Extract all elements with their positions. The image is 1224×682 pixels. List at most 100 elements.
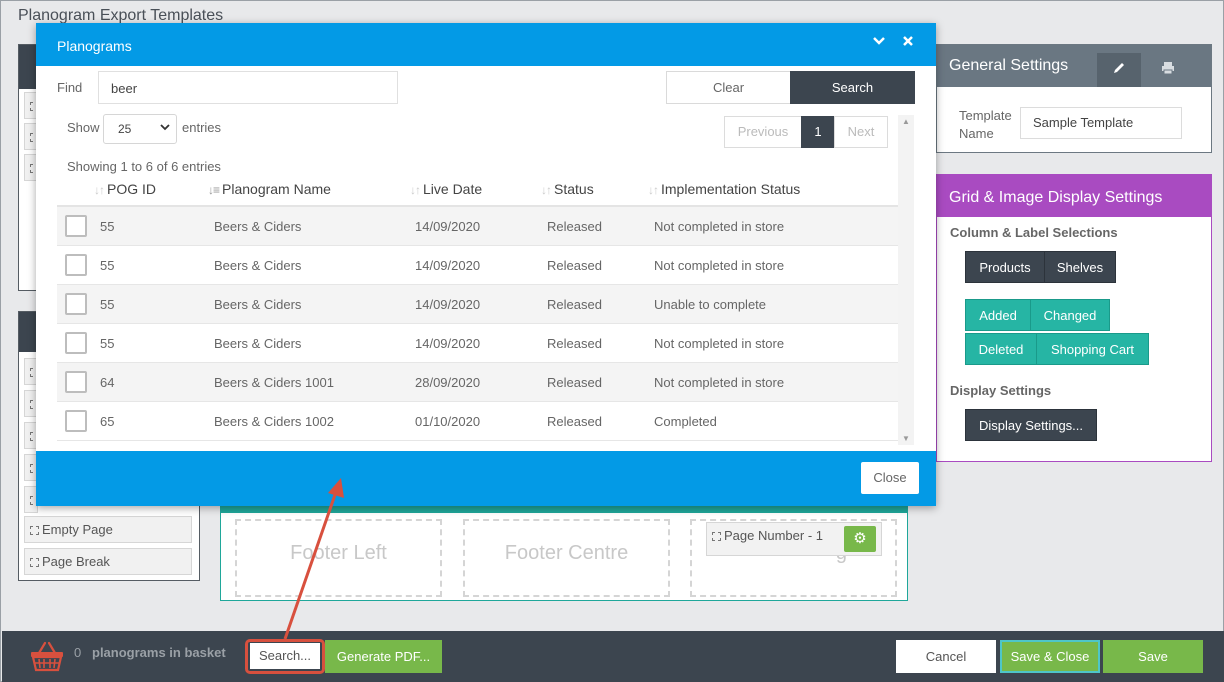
- cell-live-date: 14/09/2020: [415, 219, 481, 234]
- show-label: Show: [67, 120, 100, 135]
- clear-button[interactable]: Clear: [666, 71, 791, 104]
- modal-header: Planograms: [36, 23, 936, 66]
- cell-implementation-status: Not completed in store: [654, 258, 785, 273]
- display-settings-section-title: Display Settings: [950, 383, 1052, 398]
- page-1-button[interactable]: 1: [801, 116, 835, 148]
- cell-pog-id: 55: [100, 258, 115, 273]
- cell-live-date: 01/10/2020: [415, 414, 481, 429]
- search-button[interactable]: Search...: [250, 643, 320, 669]
- modal-footer: Close: [36, 451, 936, 506]
- general-settings-title: General Settings: [949, 57, 1069, 74]
- cell-pog-id: 65: [100, 414, 115, 429]
- table-row[interactable]: 55 Beers & Ciders 14/09/2020 Released No…: [57, 246, 898, 285]
- cell-planogram-name: Beers & Ciders: [214, 219, 302, 234]
- row-checkbox[interactable]: [65, 293, 87, 315]
- cell-implementation-status: Not completed in store: [654, 219, 785, 234]
- column-header-planogram-name[interactable]: ↓≡ Planogram Name: [208, 181, 331, 197]
- footer-preview: Footer Left Footer Centre g Page Number …: [220, 506, 908, 601]
- row-checkbox[interactable]: [65, 371, 87, 393]
- table-row[interactable]: 55 Beers & Ciders 14/09/2020 Released No…: [57, 207, 898, 246]
- planograms-modal: Planograms Find beer Clear Search Show 2…: [36, 23, 936, 506]
- save-close-button[interactable]: Save & Close: [1000, 640, 1100, 673]
- added-button[interactable]: Added: [965, 299, 1031, 331]
- scroll-up-icon[interactable]: ▲: [902, 117, 910, 126]
- display-settings-button[interactable]: Display Settings...: [965, 409, 1097, 441]
- column-header-status[interactable]: ↓↑ Status: [541, 181, 594, 197]
- find-input[interactable]: beer: [98, 71, 398, 104]
- row-checkbox[interactable]: [65, 410, 87, 432]
- modal-search-button[interactable]: Search: [790, 71, 915, 104]
- row-checkbox[interactable]: [65, 215, 87, 237]
- cell-status: Released: [547, 219, 602, 234]
- deleted-button[interactable]: Deleted: [965, 333, 1037, 365]
- cell-planogram-name: Beers & Ciders: [214, 336, 302, 351]
- move-icon: [712, 532, 721, 541]
- sort-icon: ↓↑: [541, 183, 552, 197]
- cell-status: Released: [547, 336, 602, 351]
- sort-icon: ↓↑: [94, 183, 105, 197]
- cell-implementation-status: Not completed in store: [654, 336, 785, 351]
- cancel-button[interactable]: Cancel: [896, 640, 996, 673]
- table-info: Showing 1 to 6 of 6 entries: [67, 159, 221, 174]
- footer-left-slot[interactable]: Footer Left: [235, 519, 442, 597]
- template-name-input[interactable]: Sample Template: [1020, 107, 1182, 139]
- sort-icon: ↓↑: [410, 183, 421, 197]
- table-row[interactable]: 55 Beers & Ciders 14/09/2020 Released Un…: [57, 285, 898, 324]
- cell-pog-id: 55: [100, 219, 115, 234]
- row-checkbox[interactable]: [65, 254, 87, 276]
- scroll-down-icon[interactable]: ▼: [902, 434, 910, 443]
- gear-icon[interactable]: ⚙: [844, 526, 876, 552]
- bottom-action-bar: 0 planograms in basket Search... Generat…: [2, 631, 1224, 682]
- page-number-label: Page Number - 1: [724, 528, 823, 543]
- entries-label: entries: [182, 120, 222, 135]
- column-header-pog-id[interactable]: ↓↑ POG ID: [94, 181, 156, 197]
- products-button[interactable]: Products: [965, 251, 1045, 283]
- changed-button[interactable]: Changed: [1030, 299, 1110, 331]
- sort-icon: ↓↑: [648, 183, 659, 197]
- next-page-button[interactable]: Next: [834, 116, 888, 148]
- cell-implementation-status: Not completed in store: [654, 375, 785, 390]
- left-panel-top: [18, 44, 39, 291]
- cell-live-date: 14/09/2020: [415, 258, 481, 273]
- cell-planogram-name: Beers & Ciders 1001: [214, 375, 334, 390]
- pencil-icon[interactable]: [1097, 53, 1141, 87]
- save-button[interactable]: Save: [1103, 640, 1203, 673]
- shopping-cart-button[interactable]: Shopping Cart: [1036, 333, 1149, 365]
- general-settings-panel: General Settings Template Name Sample Te…: [936, 44, 1212, 153]
- cell-planogram-name: Beers & Ciders 1002: [214, 414, 334, 429]
- table-scrollbar[interactable]: ▲ ▼: [898, 115, 914, 445]
- cell-status: Released: [547, 258, 602, 273]
- template-name-label: Template Name: [959, 108, 1012, 141]
- footer-centre-slot[interactable]: Footer Centre: [463, 519, 670, 597]
- basket-count: 0: [74, 645, 82, 660]
- app-window: Planogram Export Templates Empty Page Pa…: [0, 0, 1224, 682]
- row-checkbox[interactable]: [65, 332, 87, 354]
- close-icon[interactable]: [899, 34, 917, 54]
- page-number-chip[interactable]: Page Number - 1 ⚙: [706, 522, 882, 556]
- table-row[interactable]: 65 Beers & Ciders 1002 01/10/2020 Releas…: [57, 402, 898, 441]
- previous-page-button[interactable]: Previous: [724, 116, 802, 148]
- table-row[interactable]: 55 Beers & Ciders 14/09/2020 Released No…: [57, 324, 898, 363]
- column-header-live-date[interactable]: ↓↑ Live Date: [410, 181, 482, 197]
- shelves-button[interactable]: Shelves: [1044, 251, 1116, 283]
- modal-title: Planograms: [57, 38, 132, 54]
- printer-icon[interactable]: [1146, 53, 1190, 87]
- empty-page-item[interactable]: Empty Page: [24, 516, 192, 543]
- move-icon: [30, 558, 39, 567]
- page-length-select[interactable]: 25: [103, 114, 177, 144]
- basket-icon: [31, 641, 63, 672]
- page-break-item[interactable]: Page Break: [24, 548, 192, 575]
- empty-page-label: Empty Page: [42, 522, 113, 537]
- column-header-implementation-status[interactable]: ↓↑ Implementation Status: [648, 181, 800, 197]
- cell-planogram-name: Beers & Ciders: [214, 297, 302, 312]
- cell-live-date: 28/09/2020: [415, 375, 481, 390]
- table-row[interactable]: 64 Beers & Ciders 1001 28/09/2020 Releas…: [57, 363, 898, 402]
- close-button[interactable]: Close: [861, 462, 919, 494]
- page-break-label: Page Break: [42, 554, 110, 569]
- find-label: Find: [57, 80, 83, 95]
- grid-image-settings-panel: Grid & Image Display Settings Column & L…: [936, 174, 1212, 462]
- generate-pdf-button[interactable]: Generate PDF...: [325, 640, 442, 673]
- chevron-down-icon[interactable]: [870, 34, 888, 54]
- page-length-value: 25: [118, 122, 132, 136]
- cell-pog-id: 55: [100, 336, 115, 351]
